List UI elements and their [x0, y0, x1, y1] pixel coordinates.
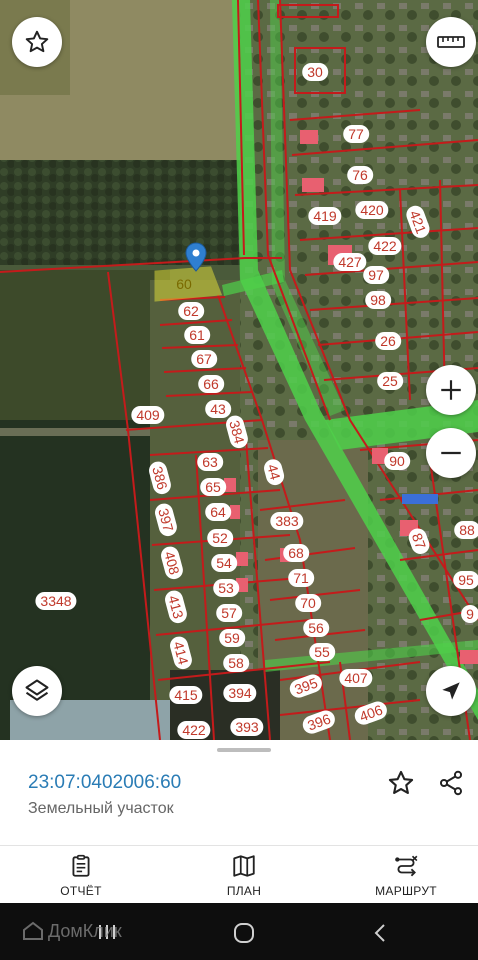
map-icon — [233, 854, 255, 877]
tab-route[interactable]: МАРШРУТ — [336, 846, 476, 904]
tab-report-label: ОТЧЁТ — [60, 883, 102, 898]
plot-label[interactable]: 409 — [131, 406, 165, 424]
plot-label[interactable]: 427 — [333, 253, 367, 271]
watermark: ДомКлик — [22, 920, 122, 942]
plot-label[interactable]: 30 — [302, 63, 328, 81]
plot-label[interactable]: 420 — [355, 201, 389, 219]
sheet-drag-handle[interactable] — [217, 748, 271, 752]
plot-label[interactable]: 383 — [270, 512, 304, 530]
plot-label[interactable]: 415 — [169, 686, 203, 704]
back-icon[interactable] — [372, 923, 388, 943]
selected-plot-label[interactable]: 60 — [171, 275, 197, 293]
plot-label[interactable]: 77 — [343, 125, 369, 143]
plot-label[interactable]: 71 — [288, 569, 314, 587]
star-icon — [25, 30, 49, 53]
plot-label[interactable]: 65 — [200, 478, 226, 496]
plot-label[interactable]: 393 — [230, 718, 264, 736]
plus-icon — [441, 380, 461, 400]
plot-label[interactable]: 3348 — [35, 592, 77, 610]
plot-label[interactable]: 58 — [223, 654, 249, 672]
plot-label[interactable]: 70 — [295, 594, 321, 612]
route-icon — [395, 855, 418, 876]
plot-label[interactable]: 63 — [197, 453, 223, 471]
plot-label[interactable]: 422 — [368, 237, 402, 255]
plot-label[interactable]: 64 — [205, 503, 231, 521]
plot-label[interactable]: 419 — [308, 207, 342, 225]
home-icon[interactable] — [233, 923, 255, 943]
plot-label[interactable]: 61 — [184, 326, 210, 344]
plot-label[interactable]: 56 — [303, 619, 329, 637]
star-outline-icon — [388, 770, 414, 794]
location-pin-icon — [185, 242, 207, 272]
plot-label[interactable]: 53 — [213, 579, 239, 597]
navigation-arrow-icon — [442, 682, 460, 700]
plot-type: Земельный участок — [28, 800, 174, 817]
report-icon — [72, 854, 90, 877]
plot-label[interactable]: 90 — [384, 452, 410, 470]
plot-label[interactable]: 57 — [216, 604, 242, 622]
layers-button[interactable] — [12, 666, 62, 716]
ruler-button[interactable] — [426, 17, 476, 67]
locate-button[interactable] — [426, 666, 476, 716]
plot-label[interactable]: 394 — [223, 684, 257, 702]
tab-plan-label: ПЛАН — [226, 883, 262, 898]
plot-label[interactable]: 76 — [347, 166, 373, 184]
add-favorite-button[interactable] — [384, 766, 418, 800]
plot-label[interactable]: 9 — [461, 605, 478, 623]
minus-icon — [441, 451, 461, 455]
cadastral-map[interactable]: 60 30 77 76 419 420 421 422 427 97 98 26… — [0, 0, 478, 740]
plot-label[interactable]: 59 — [219, 629, 245, 647]
plot-label[interactable]: 407 — [339, 669, 373, 687]
plot-label[interactable]: 88 — [454, 521, 478, 539]
plot-label[interactable]: 67 — [191, 350, 217, 368]
plot-label[interactable]: 43 — [205, 400, 231, 418]
share-icon — [439, 770, 463, 796]
plot-label[interactable]: 25 — [377, 372, 403, 390]
watermark-text: ДомКлик — [48, 920, 122, 941]
ruler-icon — [437, 36, 465, 48]
plot-label[interactable]: 62 — [178, 302, 204, 320]
plot-label[interactable]: 97 — [363, 266, 389, 284]
share-button[interactable] — [434, 766, 468, 800]
tab-route-label: МАРШРУТ — [375, 883, 437, 898]
zoom-in-button[interactable] — [426, 365, 476, 415]
cadastral-number: 23:07:0402006:60 — [28, 772, 182, 793]
tab-plan[interactable]: ПЛАН — [174, 846, 314, 904]
plot-label[interactable]: 26 — [375, 332, 401, 350]
favorite-map-button[interactable] — [12, 17, 62, 67]
plot-label[interactable]: 68 — [283, 544, 309, 562]
plot-label[interactable]: 422 — [177, 721, 211, 739]
zoom-out-button[interactable] — [426, 428, 476, 478]
plot-label[interactable]: 52 — [207, 529, 233, 547]
house-logo-icon — [23, 921, 43, 940]
plot-label[interactable]: 98 — [365, 291, 391, 309]
plot-label[interactable]: 55 — [309, 643, 335, 661]
tab-report[interactable]: ОТЧЁТ — [11, 846, 151, 904]
layers-icon — [25, 679, 49, 701]
plot-label[interactable]: 54 — [211, 554, 237, 572]
plot-label[interactable]: 95 — [453, 571, 478, 589]
plot-label[interactable]: 66 — [198, 375, 224, 393]
bottom-tab-bar: ОТЧЁТ ПЛАН МАРШРУТ — [0, 845, 478, 904]
